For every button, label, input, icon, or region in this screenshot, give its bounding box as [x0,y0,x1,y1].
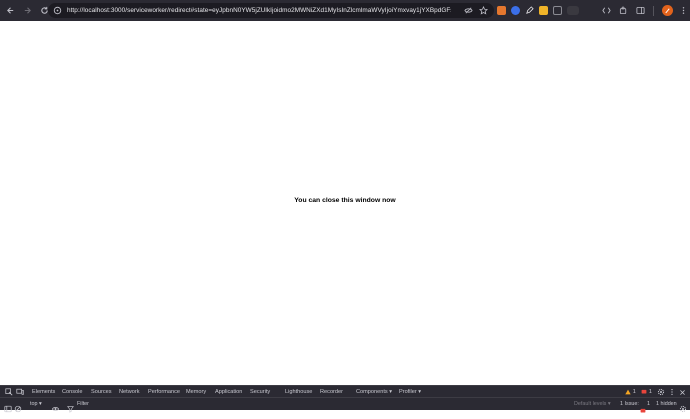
tab-components[interactable]: Components ▾ [356,389,392,395]
url-text[interactable]: http://localhost:3000/serviceworker/redi… [67,7,451,14]
back-button[interactable] [3,4,17,18]
tab-performance[interactable]: Performance [148,389,180,395]
console-sidebar-icon[interactable] [4,400,12,418]
close-window-message: You can close this window now [294,197,396,204]
profile-avatar-icon [665,8,670,14]
tab-console[interactable]: Console [62,389,83,395]
tab-lighthouse[interactable]: Lighthouse [285,389,312,395]
toolbar-separator [653,5,654,16]
code-brackets-icon[interactable] [602,6,611,15]
more-options-icon[interactable] [670,388,674,396]
tab-profiler[interactable]: Profiler ▾ [399,389,421,395]
blue-extension-icon[interactable] [511,6,520,15]
arrow-right-icon [24,7,31,14]
tab-application[interactable]: Application [215,389,242,395]
device-toolbar-icon[interactable] [15,387,25,397]
errors-count: 1 [648,389,652,395]
console-settings-gear-icon[interactable] [679,400,687,418]
issues-summary-label[interactable]: 1 Issue: [620,401,639,407]
yellow-extension-icon[interactable] [539,6,548,15]
devtools-tab-bar-right: 1 1 [625,387,686,397]
tab-security[interactable]: Security [250,389,270,395]
toolbar-right-icons [602,3,686,18]
dark-extension-icon[interactable] [553,6,562,15]
forward-button[interactable] [20,4,34,18]
grey-extension-icon[interactable] [567,6,579,15]
pen-extension-icon[interactable] [525,2,534,20]
live-expression-eye-icon[interactable] [51,400,60,418]
arrow-left-icon [6,7,13,14]
tab-elements[interactable]: Elements [32,389,55,395]
sidebar-panel-icon[interactable] [636,6,645,15]
console-filter-input[interactable]: Filter [77,401,89,407]
inspect-element-icon[interactable] [4,387,14,397]
page-viewport: You can close this window now [0,21,690,385]
warnings-badge[interactable]: 1 [625,389,636,395]
hidden-messages-count: 1 hidden [656,401,677,407]
warnings-count: 1 [632,389,636,395]
extensions-area [497,3,579,18]
errors-badge[interactable]: 1 [641,389,652,395]
close-devtools-icon[interactable] [679,389,686,396]
site-info-icon[interactable] [53,6,62,15]
extensions-puzzle-icon[interactable] [619,6,628,15]
context-selector[interactable]: top ▾ [30,401,42,407]
console-filter-bar: top ▾ Filter Default levels ▾ 1 Issue: 1… [0,397,690,413]
tab-sources[interactable]: Sources [91,389,112,395]
tab-network[interactable]: Network [119,389,140,395]
error-message-icon [641,389,647,394]
filter-funnel-icon [67,400,74,418]
clear-console-icon[interactable] [14,400,22,418]
metamask-extension-icon[interactable] [497,6,506,15]
browser-toolbar: http://localhost:3000/serviceworker/redi… [0,0,690,21]
issues-summary-count: 1 [647,401,650,407]
settings-gear-icon[interactable] [657,388,665,396]
more-menu-icon[interactable] [681,6,686,15]
tab-recorder[interactable]: Recorder [320,389,343,395]
tab-memory[interactable]: Memory [186,389,206,395]
log-levels-dropdown[interactable]: Default levels ▾ [574,401,611,407]
issue-error-icon [640,401,646,419]
warning-triangle-icon [625,389,631,395]
tracking-protection-icon[interactable] [464,6,473,15]
bookmark-star-icon[interactable] [479,6,488,15]
profile-avatar[interactable] [662,5,673,16]
address-bar[interactable]: http://localhost:3000/serviceworker/redi… [48,3,494,18]
